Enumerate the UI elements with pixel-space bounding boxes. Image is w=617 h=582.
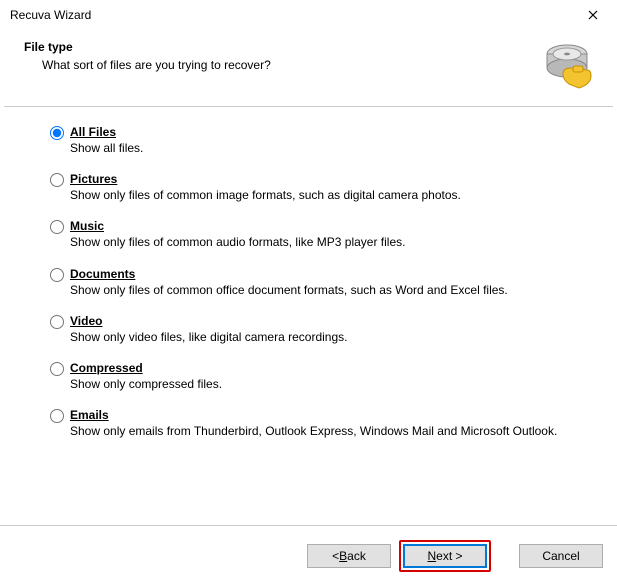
radio-documents[interactable] — [50, 268, 64, 282]
option-label[interactable]: Compressed — [70, 361, 571, 375]
wizard-header: File type What sort of files are you try… — [0, 30, 617, 106]
option-desc: Show all files. — [70, 140, 571, 156]
hard-drive-icon — [543, 40, 595, 92]
option-label[interactable]: Video — [70, 314, 571, 328]
option-desc: Show only files of common audio formats,… — [70, 234, 571, 250]
wizard-footer: < Back Next > Cancel — [0, 525, 617, 572]
option-label[interactable]: Pictures — [70, 172, 571, 186]
option-emails: Emails Show only emails from Thunderbird… — [50, 408, 571, 439]
option-label[interactable]: All Files — [70, 125, 571, 139]
next-button[interactable]: Next > — [403, 544, 487, 568]
option-desc: Show only compressed files. — [70, 376, 571, 392]
radio-all-files[interactable] — [50, 126, 64, 140]
cancel-button[interactable]: Cancel — [519, 544, 603, 568]
radio-pictures[interactable] — [50, 173, 64, 187]
option-music: Music Show only files of common audio fo… — [50, 219, 571, 250]
radio-video[interactable] — [50, 315, 64, 329]
header-text: File type What sort of files are you try… — [24, 40, 271, 72]
radio-music[interactable] — [50, 220, 64, 234]
option-desc: Show only files of common office documen… — [70, 282, 571, 298]
option-label[interactable]: Emails — [70, 408, 571, 422]
next-highlight: Next > — [399, 540, 491, 572]
option-pictures: Pictures Show only files of common image… — [50, 172, 571, 203]
option-compressed: Compressed Show only compressed files. — [50, 361, 571, 392]
option-desc: Show only video files, like digital came… — [70, 329, 571, 345]
page-subtitle: What sort of files are you trying to rec… — [42, 58, 271, 72]
radio-compressed[interactable] — [50, 362, 64, 376]
titlebar: Recuva Wizard — [0, 0, 617, 30]
option-desc: Show only emails from Thunderbird, Outlo… — [70, 423, 571, 439]
option-label[interactable]: Music — [70, 219, 571, 233]
option-video: Video Show only video files, like digita… — [50, 314, 571, 345]
window-title: Recuva Wizard — [10, 8, 91, 22]
option-all-files: All Files Show all files. — [50, 125, 571, 156]
options-panel: All Files Show all files. Pictures Show … — [0, 107, 617, 525]
close-button[interactable] — [573, 1, 613, 29]
page-title: File type — [24, 40, 271, 54]
option-label[interactable]: Documents — [70, 267, 571, 281]
back-button[interactable]: < Back — [307, 544, 391, 568]
option-documents: Documents Show only files of common offi… — [50, 267, 571, 298]
close-icon — [588, 10, 598, 20]
option-desc: Show only files of common image formats,… — [70, 187, 571, 203]
radio-emails[interactable] — [50, 409, 64, 423]
